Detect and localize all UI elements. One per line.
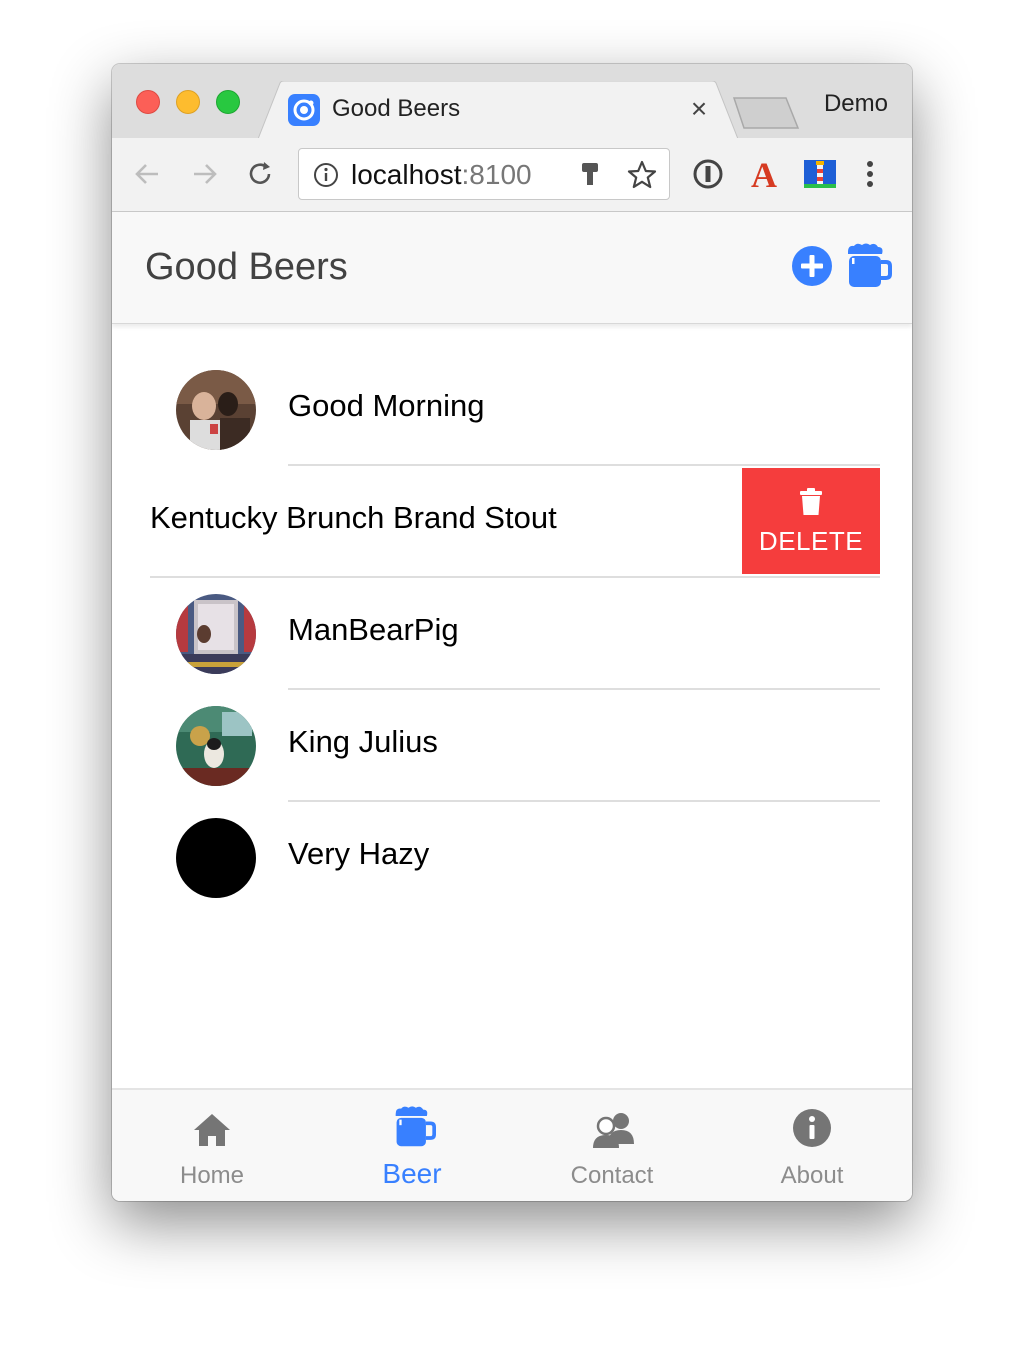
info-icon (792, 1108, 832, 1152)
tab-about[interactable]: About (712, 1090, 912, 1201)
browser-window: Good Beers × Demo localhost:8100 A Good … (112, 64, 912, 1201)
bottom-tab-bar: Home Beer Contact About (112, 1088, 912, 1201)
list-item[interactable]: King Julius (112, 660, 912, 786)
beer-icon (392, 1104, 436, 1148)
app-header: Good Beers (112, 212, 912, 324)
tab-label: About (780, 1162, 844, 1189)
tab-strip: Good Beers × Demo (112, 64, 912, 139)
delete-label: DELETE (758, 526, 864, 556)
list-item[interactable]: Very Hazy (112, 772, 912, 898)
close-window-button[interactable] (136, 90, 160, 114)
menu-dots-icon[interactable] (862, 156, 898, 192)
password-manager-icon[interactable] (690, 156, 726, 192)
tab-close-icon[interactable]: × (686, 93, 712, 125)
browser-toolbar: localhost:8100 A (112, 138, 912, 212)
url-host: localhost (351, 159, 462, 190)
minimize-window-button[interactable] (176, 90, 200, 114)
lighthouse-extension-icon[interactable] (802, 156, 838, 192)
list-item[interactable]: Good Morning (112, 324, 912, 450)
trash-icon (799, 488, 823, 521)
contact-icon (592, 1108, 634, 1152)
bookmark-star-icon[interactable] (627, 160, 657, 195)
tab-beer[interactable]: Beer (312, 1090, 512, 1201)
tab-label: Beer (382, 1158, 442, 1189)
tab-label: Contact (570, 1162, 654, 1189)
profile-name[interactable]: Demo (824, 90, 888, 118)
svg-text:A: A (751, 156, 777, 192)
avatar (176, 818, 256, 898)
reload-icon[interactable] (244, 158, 276, 190)
home-icon (192, 1108, 232, 1152)
back-arrow-icon[interactable] (132, 158, 164, 190)
info-icon[interactable] (313, 162, 339, 193)
avatar (176, 370, 256, 450)
browser-tab[interactable]: Good Beers × (258, 81, 738, 139)
url-text[interactable]: localhost:8100 (351, 159, 532, 191)
tab-contact[interactable]: Contact (512, 1090, 712, 1201)
url-port: :8100 (461, 159, 532, 190)
address-bar[interactable]: localhost:8100 (298, 148, 670, 200)
forward-arrow-icon[interactable] (188, 158, 220, 190)
acrobat-extension-icon[interactable]: A (746, 155, 782, 195)
tab-title: Good Beers (332, 95, 461, 122)
maximize-window-button[interactable] (216, 90, 240, 114)
page-title: Good Beers (145, 246, 348, 288)
new-tab-button[interactable] (732, 96, 800, 135)
tab-home[interactable]: Home (112, 1090, 312, 1201)
key-icon[interactable] (579, 161, 601, 194)
ionic-favicon-icon (288, 94, 320, 126)
add-circle-icon[interactable] (790, 244, 834, 293)
item-name: Very Hazy (288, 836, 430, 871)
beer-icon[interactable] (844, 242, 892, 295)
item-name: ManBearPig (288, 612, 459, 647)
item-name: Kentucky Brunch Brand Stout (150, 500, 557, 535)
item-name: King Julius (288, 724, 438, 759)
item-name: Good Morning (288, 388, 485, 423)
delete-button[interactable]: DELETE (742, 468, 880, 574)
tab-label: Home (179, 1162, 245, 1189)
